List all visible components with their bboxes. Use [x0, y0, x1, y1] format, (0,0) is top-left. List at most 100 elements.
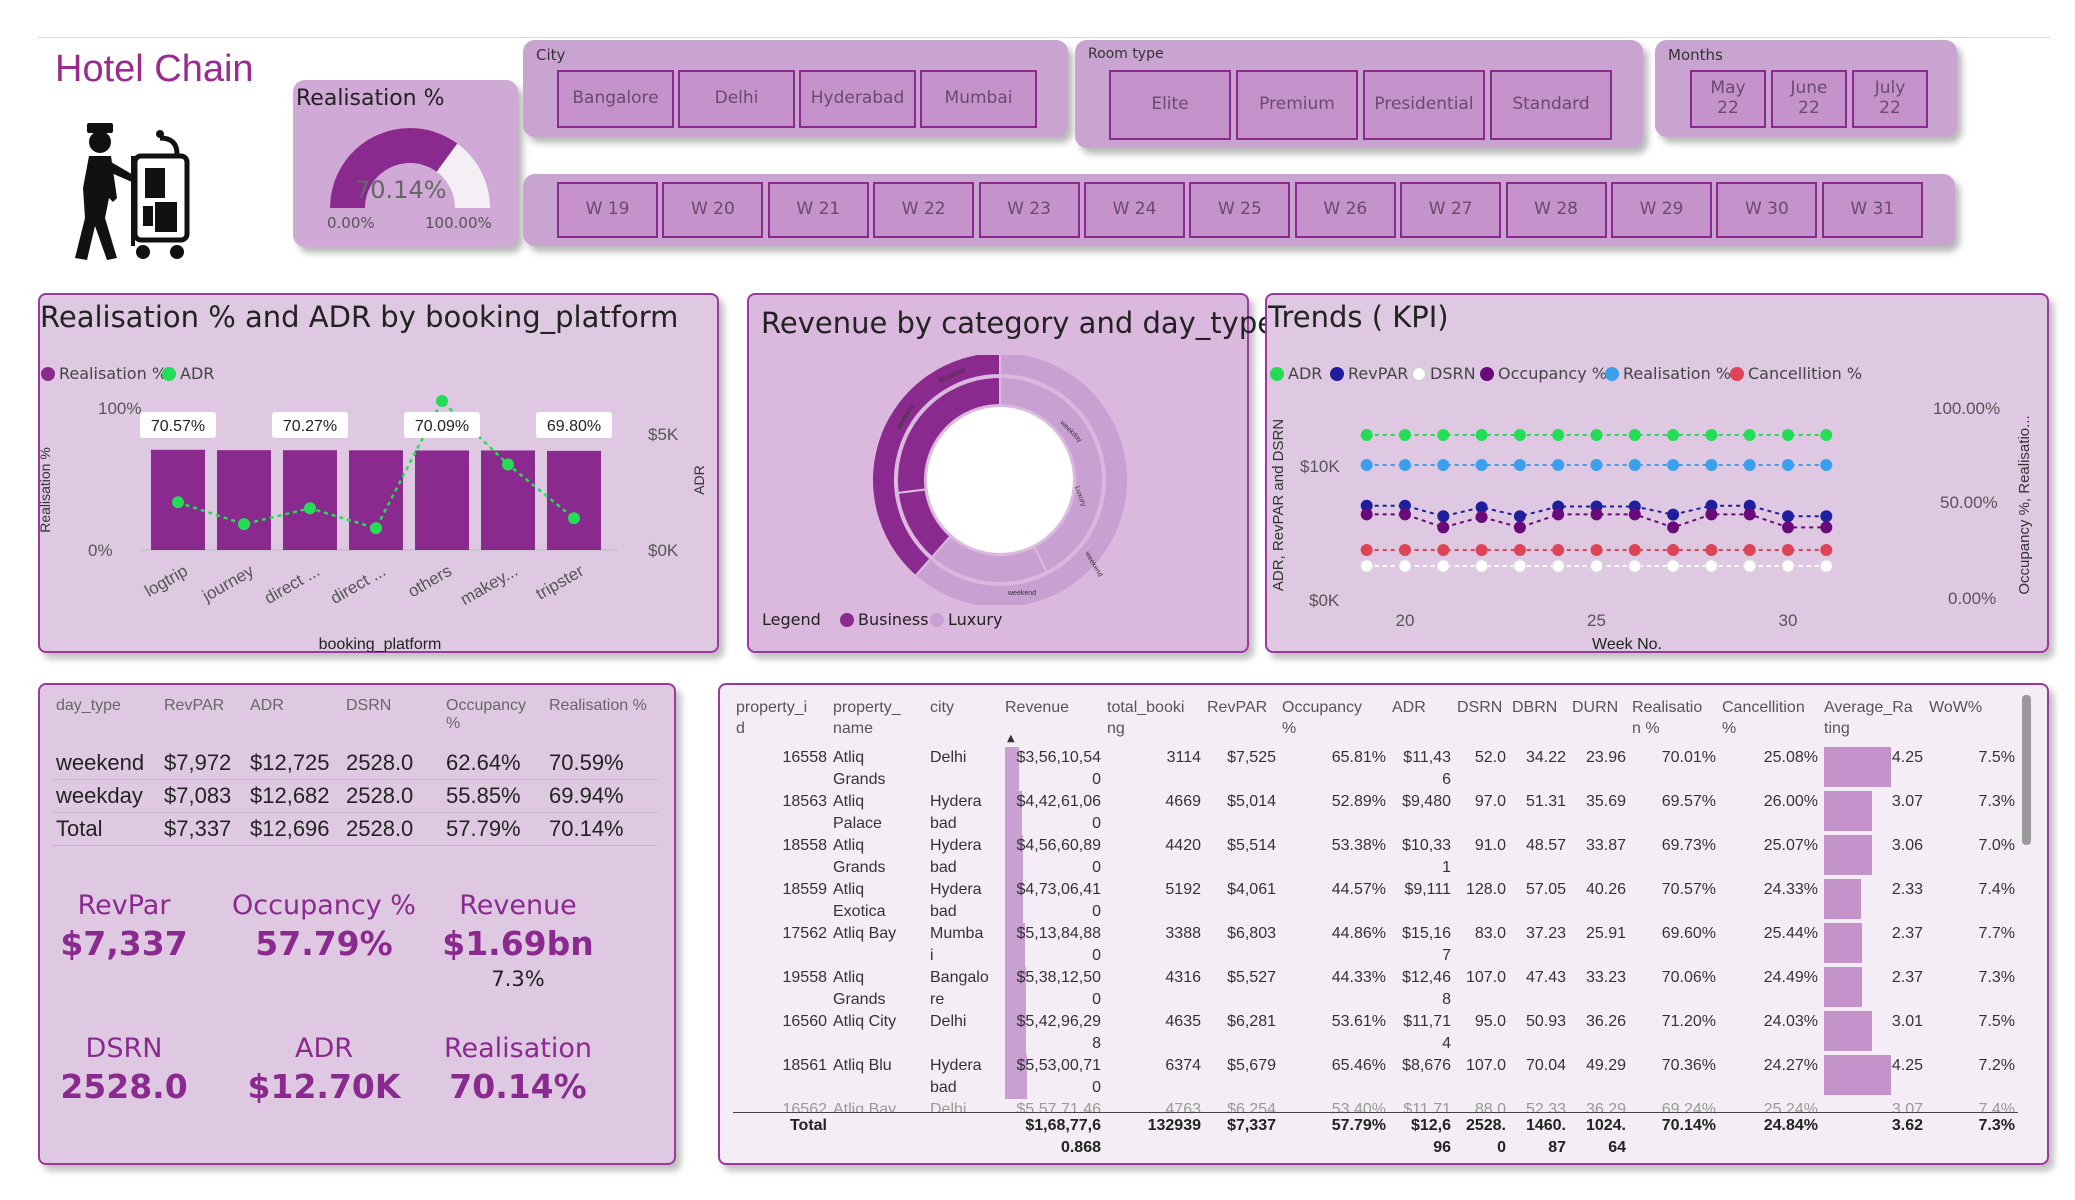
property-body: 16558 Atliq Grands Delhi $3,56,10,54 0 3114 $7,… [733, 747, 2018, 1112]
trend-point [1628, 544, 1641, 556]
month-option-june[interactable]: June 22 [1771, 70, 1847, 128]
legend-label: Cancellition % [1748, 364, 1863, 383]
cell-dbrn: 37.23 [1525, 925, 1566, 942]
adr-line1: $10,33 [1402, 837, 1451, 854]
adr-line2: 6 [1442, 771, 1451, 788]
revenue-donut-title: Revenue by category and day_type [761, 306, 1276, 340]
trend-point [1819, 559, 1833, 573]
col-header[interactable]: Realisation % [545, 697, 658, 747]
col-header-realisation-[interactable]: Realisatio n % [1629, 697, 1719, 747]
trend-point [1552, 508, 1565, 521]
city-option-delhi[interactable]: Delhi [678, 70, 795, 128]
week-option-w24[interactable]: W 24 [1084, 182, 1185, 238]
col-header-total-booking[interactable]: total_booki ng [1104, 697, 1204, 747]
kpi-value-revenue: $1.69bn [442, 924, 594, 963]
week-option-w29[interactable]: W 29 [1611, 182, 1712, 238]
cell-durn: 36.26 [1585, 1013, 1626, 1030]
week-option-w30[interactable]: W 30 [1716, 182, 1818, 238]
page-title: Hotel Chain [55, 48, 254, 90]
room-option-standard[interactable]: Standard [1490, 70, 1612, 140]
col-header-line1: RevPAR [1207, 699, 1268, 716]
revenue-line2: 0 [1092, 947, 1101, 964]
total-durn: 1024. 64 [1569, 1113, 1629, 1159]
city-option-bangalore[interactable]: Bangalore [557, 70, 674, 128]
col-header[interactable]: ADR [246, 697, 342, 747]
trend-point [1667, 508, 1680, 521]
cell-dbrn: 51.31 [1525, 793, 1566, 810]
col-header-line2: name [833, 720, 874, 737]
week-option-w26[interactable]: W 26 [1294, 182, 1396, 238]
room-option-premium[interactable]: Premium [1236, 70, 1358, 140]
city-line1: Delhi [930, 749, 967, 766]
revenue-line1: $5,42,96,29 [1016, 1013, 1101, 1030]
col-header-property-id[interactable]: property_i d [733, 697, 830, 747]
trend-point [1820, 459, 1833, 471]
kpi-label-revpar: RevPar [77, 890, 171, 921]
month-option-may[interactable]: May 22 [1690, 70, 1766, 128]
name-line2: Grands [833, 991, 886, 1008]
cell-property-id: 18561 [782, 1057, 828, 1074]
partial-cell: 52.33 [1525, 1101, 1566, 1112]
week-option-w25[interactable]: W 25 [1189, 182, 1291, 238]
col-header-city[interactable]: city [927, 697, 1002, 747]
x-tick-label: 25 [1587, 611, 1606, 630]
kpi-label-adr: ADR [294, 1033, 354, 1064]
trend-point [1628, 459, 1641, 471]
cell-bookings: 3388 [1165, 925, 1201, 942]
trend-point [1782, 429, 1794, 441]
cell-dsrn: 128.0 [1465, 881, 1506, 898]
cell-bookings: 4316 [1165, 969, 1201, 986]
kpi-label-realisation: Realisation [443, 1033, 593, 1064]
week-option-w21[interactable]: W 21 [767, 182, 869, 238]
city-option-mumbai[interactable]: Mumbai [920, 70, 1037, 128]
week-option-w27[interactable]: W 27 [1400, 182, 1502, 238]
cell-adr: $11,71 4 [1389, 1011, 1454, 1055]
cell-occ: 53.38% [1331, 837, 1386, 854]
col-header-occupancy-[interactable]: Occupancy% [1279, 697, 1389, 747]
cell-rating: 2.37 [1821, 967, 1926, 1011]
col-header-revenue[interactable]: Revenue [1002, 697, 1104, 747]
week-option-w22[interactable]: W 22 [873, 182, 975, 238]
x-axis-label: Week No. [1592, 636, 1662, 652]
name-line2: Grands [833, 771, 886, 788]
col-header-line1: property_i [736, 699, 808, 716]
cell-occ: 65.81% [1331, 749, 1386, 766]
total-revenue: $1,68,77,6 0.868 [1002, 1113, 1104, 1159]
col-header[interactable]: Occupancy % [442, 697, 545, 747]
cell-canc: 25.44% [1763, 925, 1818, 942]
col-header-cancellition-[interactable]: Cancellition% [1719, 697, 1821, 747]
day-type-body: weekend $7,972 $12,725 2528.0 62.64% 70.59% we… [52, 747, 658, 846]
x-tick-label: journey [198, 561, 257, 606]
trend-point [1360, 459, 1373, 471]
col-header-revpar[interactable]: RevPAR [1204, 697, 1279, 747]
month-option-july[interactable]: July 22 [1852, 70, 1928, 128]
col-header[interactable]: DSRN [342, 697, 442, 747]
col-header-dsrn[interactable]: DSRN [1454, 697, 1509, 747]
col-header-average-rating[interactable]: Average_Ra ting [1821, 697, 1926, 747]
trend-point [1704, 559, 1718, 573]
week-option-w28[interactable]: W 28 [1505, 182, 1607, 238]
col-header-dbrn[interactable]: DBRN [1509, 697, 1569, 747]
col-header-adr[interactable]: ADR [1389, 697, 1454, 747]
trend-point [1475, 511, 1488, 523]
cell-dbrn: 34.22 [1525, 749, 1566, 766]
room-option-presidential[interactable]: Presidential [1363, 70, 1485, 140]
week-option-w23[interactable]: W 23 [978, 182, 1080, 238]
week-option-w19[interactable]: W 19 [557, 182, 658, 238]
cell-revpar: $5,527 [1227, 969, 1276, 986]
data-label: 70.27% [283, 418, 337, 435]
trend-point [1590, 544, 1603, 556]
week-option-w31[interactable]: W 31 [1821, 182, 1923, 238]
col-header-line1: Cancellition [1722, 699, 1805, 716]
room-option-elite[interactable]: Elite [1109, 70, 1231, 140]
col-header-wow-[interactable]: WoW% [1926, 697, 2018, 747]
col-header-durn[interactable]: DURN [1569, 697, 1629, 747]
col-header[interactable]: RevPAR [160, 697, 246, 747]
bar-realisation [217, 450, 271, 550]
week-option-w20[interactable]: W 20 [662, 182, 764, 238]
col-header[interactable]: day_type [52, 697, 160, 747]
col-header-property-name[interactable]: property_ name [830, 697, 927, 747]
cell-dbrn: 57.05 [1525, 881, 1566, 898]
city-option-hyderabad[interactable]: Hyderabad [799, 70, 916, 128]
property-table-scrollbar[interactable] [2022, 695, 2031, 845]
